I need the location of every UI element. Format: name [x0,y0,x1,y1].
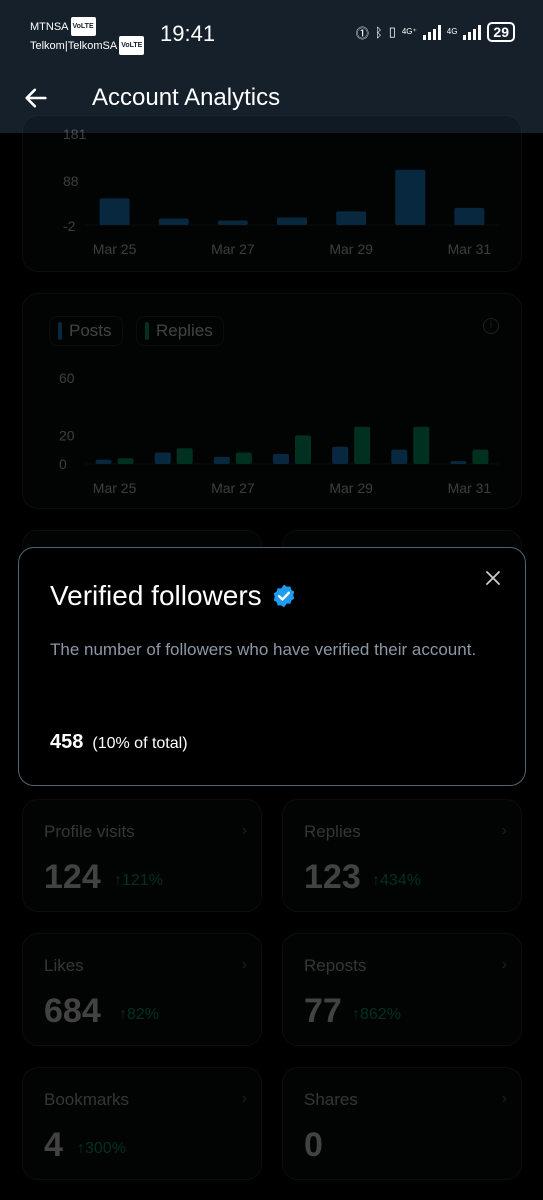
chevron-right-icon: › [241,1090,247,1107]
stat-change: ↑862% [352,1006,401,1023]
chart-bar [450,461,467,464]
stat-label: Replies [304,822,361,841]
network-type-2: 4G [446,27,458,36]
posts-replies-chart: 0 20 60 Mar 25 Mar 27 Mar 29 Mar 31 [59,370,499,496]
app-header: MTNSA VoLTE Telkom|TelkomSA VoLTE 19:41 ⓵ … [0,0,543,133]
chart-bar [472,449,489,464]
stat-card-replies[interactable]: Replies › 123 ↑434% [282,799,522,912]
chart-bar [395,169,426,225]
back-arrow-icon[interactable] [22,84,50,112]
chart-bar [413,426,430,464]
stat-value: 0 [304,1126,323,1164]
vibrate-icon: ▯ [388,24,396,39]
chart-bar [354,426,371,464]
verified-count: 458 [50,731,84,753]
x-tick-label: Mar 29 [329,480,373,496]
data-saver-icon: ⓵ [355,25,369,41]
carrier-1: MTNSA [30,21,69,33]
verified-followers-popup: Verified followers The number of followe… [18,547,526,786]
chart-bar [158,218,189,225]
y-tick-label: 88 [63,173,79,189]
page-title: Account Analytics [92,84,281,111]
stat-card-profile-visits[interactable]: Profile visits › 124 ↑121% [22,799,262,912]
chart-bar [99,198,130,225]
stat-change: ↑82% [119,1006,160,1023]
stat-card-bookmarks[interactable]: Bookmarks › 4 ↑300% [22,1067,262,1180]
x-tick-label: Mar 27 [211,241,255,257]
y-tick-label: 60 [59,370,75,386]
y-tick-label: -2 [63,218,76,234]
y-tick-label: 20 [59,427,75,443]
stat-card-likes[interactable]: Likes › 684 ↑82% [22,933,262,1046]
stat-value: 124 [44,858,101,896]
volte-badge: VoLTE [70,17,96,36]
stat-card-reposts[interactable]: Reposts › 77 ↑862% [282,933,522,1046]
battery-level: 29 [487,22,515,42]
x-tick-label: Mar 31 [448,480,492,496]
close-icon[interactable] [483,568,503,588]
x-tick-label: Mar 25 [93,241,137,257]
chart-bar [336,211,367,225]
status-time: 19:41 [160,21,216,46]
chevron-right-icon: › [501,822,507,839]
x-tick-label: Mar 25 [93,480,137,496]
chart-bar [277,217,307,225]
chart-bar [454,207,485,225]
popup-description: The number of followers who have verifie… [50,640,477,659]
x-tick-label: Mar 31 [448,241,492,257]
stat-change: ↑434% [372,872,421,889]
chevron-right-icon: › [501,956,507,973]
signal-1-icon [422,24,441,40]
verified-badge-icon [273,584,294,608]
posts-replies-chart-card: Posts Replies i 0 20 60 Mar 25 Mar 27 Mar 29 M… [22,293,522,509]
stat-label: Shares [304,1090,358,1109]
stat-label: Likes [44,956,84,975]
stat-card-shares[interactable]: Shares › 0 [282,1067,522,1180]
status-icons: ⓵ ᛒ ▯ 4G⁺ 4G 29 [356,22,515,42]
stat-value: 77 [304,992,342,1030]
verified-percent: (10% of total) [92,735,188,752]
volte-badge-2: VoLTE [119,36,145,55]
stat-label: Profile visits [44,822,135,841]
stat-change: ↑300% [77,1140,126,1157]
stat-change: ↑121% [114,872,163,889]
engagement-chart-card: -2 88 181 Mar 25 Mar 27 Mar 29 Mar 31 [22,115,522,272]
chart-bar [154,452,171,464]
chart-bar [273,453,289,464]
stat-value: 684 [44,992,101,1030]
chevron-right-icon: › [501,1090,507,1107]
chart-bar [235,452,252,464]
chevron-right-icon: › [241,956,247,973]
y-tick-label: 0 [59,456,67,472]
carrier-info: MTNSA VoLTE Telkom|TelkomSA VoLTE [30,17,145,55]
stat-value: 123 [304,858,361,896]
stat-value: 4 [44,1126,63,1164]
popup-title: Verified followers [50,580,297,612]
popup-stat: 458 (10% of total) [50,731,188,754]
chart-bar [332,446,349,464]
chart-bar [217,220,248,225]
x-tick-label: Mar 29 [329,241,373,257]
chevron-right-icon: › [241,822,247,839]
stat-label: Bookmarks [44,1090,130,1109]
chart-bar [95,459,112,464]
network-type-1: 4G⁺ [401,27,417,36]
chart-bar [391,449,408,464]
chart-bar [295,435,311,464]
signal-2-icon [463,24,482,40]
engagement-chart: -2 88 181 Mar 25 Mar 27 Mar 29 Mar 31 [63,126,499,257]
bluetooth-icon: ᛒ [374,24,383,40]
chart-bar [117,458,134,464]
chart-bar [213,456,230,464]
popup-title-text: Verified followers [50,580,262,611]
stat-label: Reposts [304,956,367,975]
carrier-2: Telkom|TelkomSA [30,40,118,52]
chart-bar [176,448,193,464]
y-tick-label: 181 [63,126,87,142]
x-tick-label: Mar 27 [211,480,255,496]
